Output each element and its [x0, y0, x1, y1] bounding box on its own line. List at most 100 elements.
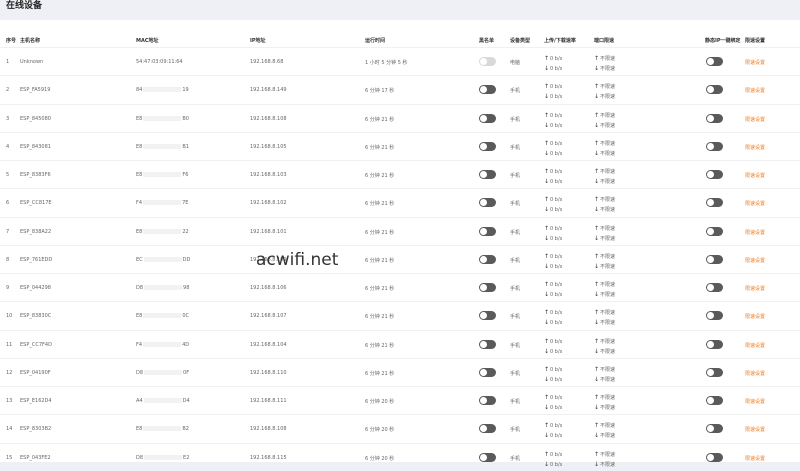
- limit-settings-link[interactable]: 限速设置: [745, 455, 765, 462]
- blacklist-toggle[interactable]: [479, 141, 496, 151]
- mac-redaction: [143, 200, 182, 206]
- cell-uptime: 6 分钟 21 秒: [365, 201, 395, 208]
- cell-device-type: 电脑: [510, 60, 521, 66]
- mac-suffix: E2: [183, 454, 190, 461]
- table-row: 6 ESP_CC817E F4 7E 192.168.8.102 6 分钟 21 秒 手机 ↑…: [0, 188, 800, 216]
- limit-settings-link[interactable]: 限速设置: [745, 257, 765, 264]
- download-limit: 不限速: [600, 405, 616, 411]
- download-limit: 不限速: [600, 94, 616, 101]
- blacklist-toggle[interactable]: [479, 396, 496, 405]
- cell-port-limit: ↑不限速 ↓不限速: [594, 224, 615, 244]
- cell-hostname: ESP_CC817E: [20, 200, 52, 207]
- cell-ip: 192.168.8.107: [250, 313, 287, 320]
- mac-redaction: [144, 454, 183, 460]
- upload-rate: 0 b/s: [550, 140, 563, 147]
- blacklist-toggle[interactable]: [479, 226, 496, 236]
- blacklist-toggle[interactable]: [479, 113, 496, 123]
- static-ip-bind-toggle[interactable]: [706, 85, 723, 95]
- static-ip-bind-toggle[interactable]: [706, 339, 723, 349]
- static-ip-bind-toggle[interactable]: [706, 226, 723, 236]
- static-ip-bind-toggle[interactable]: [706, 254, 723, 264]
- cell-ip: 192.168.8.106: [250, 285, 287, 291]
- limit-settings-link[interactable]: 限速设置: [745, 59, 765, 66]
- static-ip-bind-toggle[interactable]: [706, 113, 723, 123]
- cell-device-type: 手机: [510, 286, 521, 292]
- static-ip-bind-toggle[interactable]: [706, 367, 723, 377]
- table-header: 序号 主机名称 MAC地址 IP地址 运行时间 黑名单 设备类型 上传/下载速率…: [0, 34, 800, 46]
- cell-port-limit: ↑不限速 ↓不限速: [594, 337, 615, 357]
- static-ip-bind-toggle[interactable]: [706, 141, 723, 151]
- limit-settings-link[interactable]: 限速设置: [745, 313, 765, 320]
- limit-settings-link[interactable]: 限速设置: [745, 342, 765, 349]
- blacklist-toggle[interactable]: [479, 424, 496, 434]
- upload-limit: 不限速: [600, 395, 616, 401]
- cell-rate: ↑0 b/s ↓0 b/s: [544, 450, 562, 470]
- mac-suffix: DD: [182, 256, 191, 263]
- cell-device-type: 手机: [510, 201, 521, 208]
- blacklist-toggle[interactable]: [479, 311, 496, 321]
- limit-settings-link[interactable]: 限速设置: [745, 116, 765, 123]
- upload-rate: 0 b/s: [550, 197, 563, 204]
- blacklist-toggle[interactable]: [479, 283, 496, 292]
- static-ip-bind-toggle[interactable]: [706, 170, 723, 179]
- limit-settings-link[interactable]: 限速设置: [745, 144, 765, 151]
- table-row: 14 ESP_8303B2 E8 B2 192.168.8.108 6 分钟 20 秒 手机…: [0, 414, 800, 442]
- cell-device-type: 手机: [510, 455, 521, 462]
- download-limit: 不限速: [600, 376, 616, 383]
- limit-settings-link[interactable]: 限速设置: [745, 426, 765, 433]
- cell-hostname: ESP_043FE2: [20, 454, 51, 461]
- static-ip-bind-toggle[interactable]: [706, 311, 723, 321]
- blacklist-toggle[interactable]: [479, 367, 496, 377]
- cell-port-limit: ↑不限速 ↓不限速: [594, 393, 615, 413]
- static-ip-bind-toggle[interactable]: [706, 452, 723, 462]
- blacklist-toggle[interactable]: [479, 339, 496, 349]
- cell-mac: E8 F6: [136, 172, 188, 178]
- limit-settings-link[interactable]: 限速设置: [745, 172, 765, 179]
- blacklist-toggle[interactable]: [479, 452, 496, 462]
- header-ip: IP地址: [250, 38, 266, 44]
- download-limit: 不限速: [600, 122, 616, 129]
- static-ip-bind-toggle[interactable]: [706, 396, 723, 405]
- blacklist-toggle[interactable]: [479, 170, 496, 179]
- blacklist-toggle[interactable]: [479, 198, 496, 208]
- limit-settings-link[interactable]: 限速设置: [745, 398, 765, 405]
- cell-rate: ↑0 b/s ↓0 b/s: [544, 224, 562, 244]
- table-row: 10 ESP_83830C E8 0C 192.168.8.107 6 分钟 21 秒 手机…: [0, 301, 800, 329]
- mac-redaction: [143, 115, 182, 121]
- cell-index: 11: [6, 341, 13, 348]
- limit-settings-link[interactable]: 限速设置: [745, 285, 765, 292]
- upload-rate: 0 b/s: [550, 112, 563, 119]
- cell-index: 2: [6, 87, 10, 94]
- blacklist-toggle[interactable]: [479, 254, 496, 264]
- cell-hostname: ESP_E162D4: [20, 398, 52, 404]
- static-ip-bind-toggle[interactable]: [706, 283, 723, 292]
- limit-settings-link[interactable]: 限速设置: [745, 229, 765, 236]
- upload-limit: 不限速: [600, 366, 616, 373]
- download-limit: 不限速: [600, 235, 616, 242]
- mac-redaction: [143, 87, 182, 93]
- static-ip-bind-toggle[interactable]: [706, 198, 723, 208]
- cell-uptime: 6 分钟 21 秒: [365, 173, 395, 179]
- cell-port-limit: ↑不限速 ↓不限速: [594, 139, 615, 159]
- cell-index: 9: [6, 285, 10, 291]
- cell-port-limit: ↑不限速 ↓不限速: [594, 308, 615, 328]
- blacklist-toggle[interactable]: [479, 85, 496, 95]
- limit-settings-link[interactable]: 限速设置: [745, 87, 765, 94]
- limit-settings-link[interactable]: 限速设置: [745, 370, 765, 377]
- cell-mac: F4 4D: [136, 341, 189, 348]
- cell-device-type: 手机: [510, 427, 521, 434]
- download-rate: 0 b/s: [550, 292, 563, 298]
- mac-redaction: [144, 285, 183, 290]
- header-port-limit: 端口限速: [594, 38, 615, 44]
- cell-rate: ↑0 b/s ↓0 b/s: [544, 195, 562, 215]
- download-rate: 0 b/s: [550, 263, 563, 270]
- cell-ip: 192.168.8.105: [250, 143, 287, 150]
- static-ip-bind-toggle[interactable]: [706, 424, 723, 434]
- limit-settings-link[interactable]: 限速设置: [745, 200, 765, 207]
- blacklist-toggle[interactable]: [479, 57, 496, 66]
- static-ip-bind-toggle[interactable]: [706, 57, 723, 66]
- mac-prefix: E8: [136, 228, 143, 235]
- mac-redaction: [143, 172, 182, 177]
- mac-prefix: E8: [136, 313, 143, 320]
- cell-hostname: Unknown: [20, 59, 44, 65]
